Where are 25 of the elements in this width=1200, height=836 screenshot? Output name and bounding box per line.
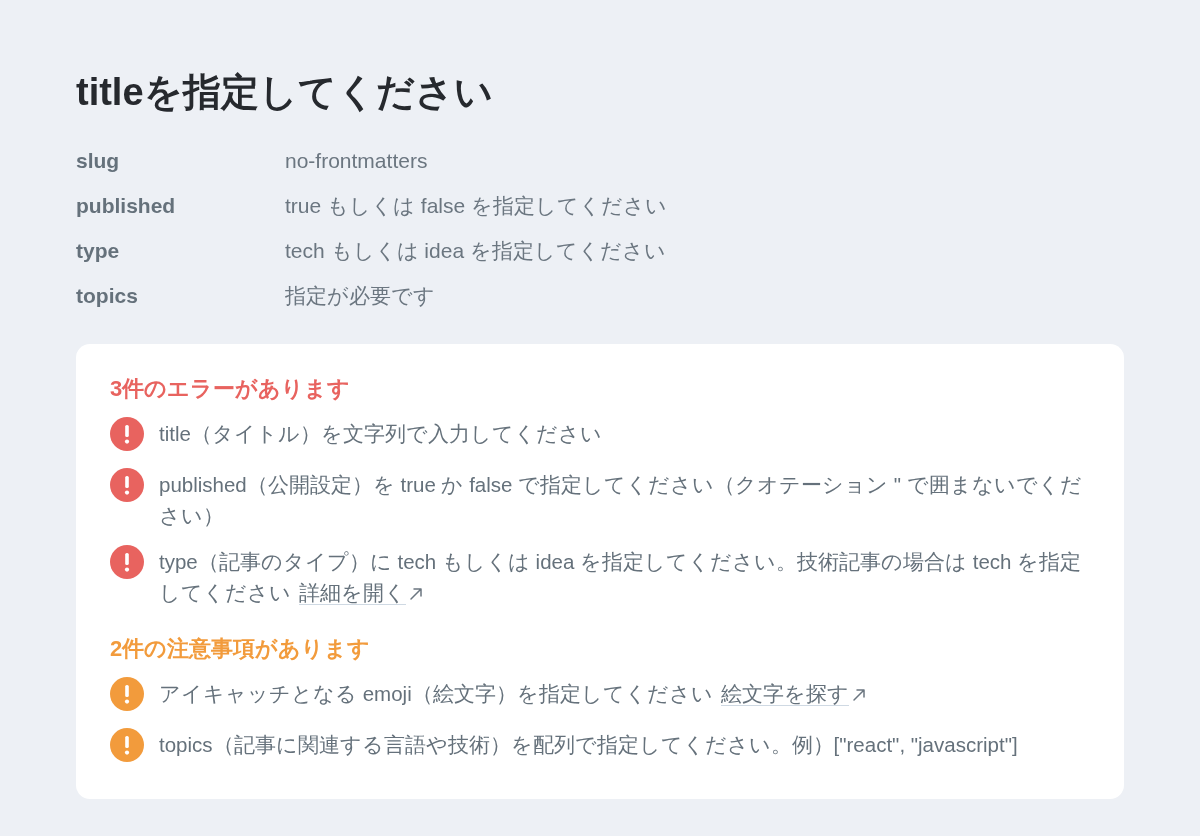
- arrow-up-right-icon: [409, 587, 423, 601]
- warning-heading: 2件の注意事項があります: [110, 635, 371, 663]
- field-label: published: [76, 193, 177, 218]
- arrow-up-right-icon: [851, 688, 866, 702]
- field-value: 指定が必要です: [285, 282, 435, 309]
- field-value: tech もしくは idea を指定してください: [285, 237, 666, 264]
- field-label: topics: [76, 283, 139, 308]
- field-label: slug: [76, 148, 121, 173]
- external-link[interactable]: 詳細を開く: [299, 581, 406, 605]
- error-message: title（タイトル）を文字列で入力してください: [159, 421, 602, 447]
- external-link[interactable]: 絵文字を探す: [720, 682, 849, 706]
- error-message: published（公開設定）を true か false で指定してください（クオテーション " で囲まないでください）: [159, 472, 1083, 529]
- field-value: no-frontmatters: [285, 148, 428, 173]
- error-message: type（記事のタイプ）に tech もしくは idea を指定してください。技術記事の場合は tech を指定してください 詳細を開く: [159, 549, 1083, 607]
- warning-exclamation-icon: [110, 728, 144, 762]
- warning-exclamation-icon: [110, 677, 144, 711]
- warning-message: topics（記事に関連する言語や技術）を配列で指定してください。例）["react", "javascript"]: [159, 732, 1018, 758]
- field-label: type: [76, 238, 121, 263]
- warning-message: アイキャッチとなる emoji（絵文字）を指定してください 絵文字を探す: [159, 676, 866, 709]
- error-exclamation-icon: [110, 545, 144, 579]
- error-exclamation-icon: [110, 417, 144, 451]
- error-exclamation-icon: [110, 468, 144, 502]
- error-heading: 3件のエラーがあります: [110, 375, 351, 403]
- field-value: true もしくは false を指定してください: [285, 192, 668, 219]
- page-title: titleを指定してください: [76, 70, 493, 115]
